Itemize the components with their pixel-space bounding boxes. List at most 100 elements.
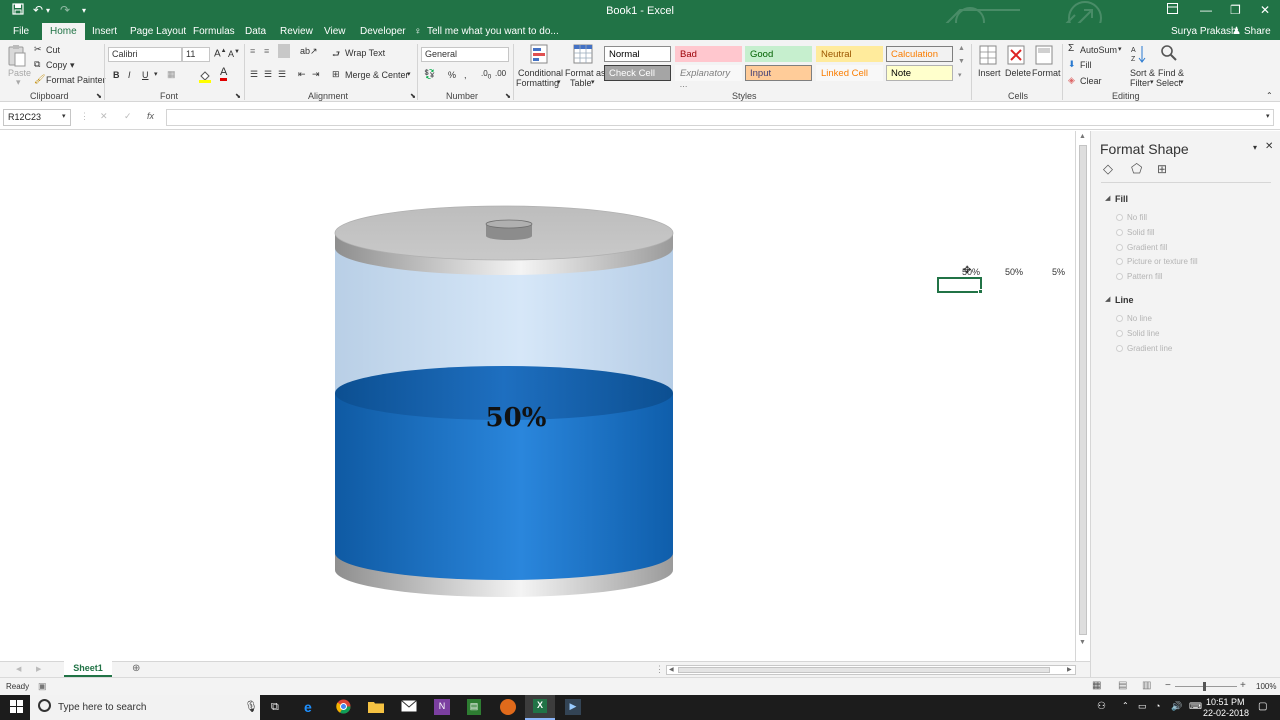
- increase-indent-icon[interactable]: ⇥: [312, 69, 320, 80]
- tab-home[interactable]: Home: [42, 23, 85, 40]
- collapse-ribbon-icon[interactable]: ⌃: [1266, 91, 1273, 100]
- conditional-formatting-button[interactable]: Conditional: [518, 68, 563, 78]
- underline-button[interactable]: U: [142, 70, 149, 80]
- font-color-icon[interactable]: A: [220, 67, 228, 81]
- wrap-text-icon[interactable]: ⮐: [332, 47, 340, 63]
- autosum-icon[interactable]: Σ: [1068, 43, 1074, 54]
- format-as-table-button[interactable]: Format as: [565, 68, 606, 78]
- tab-data[interactable]: Data: [245, 26, 266, 37]
- cancel-entry-icon[interactable]: ✕: [100, 111, 108, 122]
- conditional-formatting-button-line2[interactable]: Formatting: [516, 78, 559, 88]
- tab-developer[interactable]: Developer: [360, 26, 406, 37]
- cut-icon[interactable]: ✂: [34, 44, 42, 55]
- fill-icon[interactable]: ⬇: [1068, 59, 1076, 70]
- fill-section-header[interactable]: Fill: [1115, 194, 1128, 204]
- styles-scroll-up-icon[interactable]: ▲: [958, 45, 965, 52]
- align-right-icon[interactable]: ☰: [278, 69, 286, 80]
- pane-close-icon[interactable]: ✕: [1265, 141, 1273, 152]
- app-document-icon[interactable]: ▤: [467, 699, 481, 715]
- confirm-entry-icon[interactable]: ✓: [124, 111, 132, 122]
- no-line-radio[interactable]: [1116, 315, 1123, 322]
- battery-shape[interactable]: 50%: [320, 199, 690, 599]
- style-calculation[interactable]: Calculation: [886, 46, 953, 62]
- sort-dropdown-icon[interactable]: ▾: [1150, 78, 1154, 86]
- conditional-formatting-icon[interactable]: [529, 43, 551, 67]
- accounting-format-icon[interactable]: 💱: [424, 69, 435, 80]
- sort-filter-button[interactable]: Sort &: [1130, 68, 1155, 78]
- conditional-dropdown-icon[interactable]: ▾: [557, 78, 561, 86]
- style-normal[interactable]: Normal: [604, 46, 671, 62]
- pattern-fill-radio[interactable]: [1116, 273, 1123, 280]
- prev-sheet-icon[interactable]: ◀: [16, 665, 21, 673]
- battery-tray-icon[interactable]: ▭: [1138, 701, 1147, 712]
- number-format-field[interactable]: General: [421, 47, 509, 62]
- fill-button[interactable]: Fill: [1080, 60, 1092, 70]
- percent-style-icon[interactable]: %: [448, 70, 456, 80]
- decrease-indent-icon[interactable]: ⇤: [298, 69, 306, 80]
- insert-function-icon[interactable]: fx: [147, 111, 154, 121]
- solid-fill-radio[interactable]: [1116, 229, 1123, 236]
- language-icon[interactable]: ⌨: [1189, 701, 1202, 712]
- network-icon[interactable]: ◔: [1155, 701, 1160, 711]
- copy-icon[interactable]: ⧉: [34, 59, 40, 70]
- align-left-icon[interactable]: ☰: [250, 69, 258, 80]
- style-neutral[interactable]: Neutral: [816, 46, 883, 62]
- share-icon[interactable]: ♟: [1232, 26, 1241, 37]
- cut-button[interactable]: Cut: [46, 45, 60, 55]
- merge-center-icon[interactable]: ⊞: [332, 69, 340, 80]
- font-name-field[interactable]: Calibri: [108, 47, 182, 62]
- insert-cells-icon[interactable]: [978, 44, 998, 66]
- format-painter-icon[interactable]: 🖌: [34, 74, 45, 85]
- fill-line-tab-icon[interactable]: ◇: [1103, 161, 1113, 177]
- decrease-decimal-icon[interactable]: .00: [495, 69, 506, 78]
- edge-browser-icon[interactable]: e: [304, 699, 312, 715]
- line-expand-icon[interactable]: ◢: [1105, 295, 1110, 303]
- style-check-cell[interactable]: Check Cell: [604, 65, 671, 81]
- format-table-dropdown-icon[interactable]: ▾: [591, 78, 595, 86]
- decrease-font-icon[interactable]: A▼: [228, 49, 240, 59]
- bold-button[interactable]: B: [113, 70, 120, 80]
- find-select-button[interactable]: Find &: [1158, 68, 1184, 78]
- restore-icon[interactable]: ❐: [1230, 3, 1241, 17]
- style-explanatory[interactable]: Explanatory ...: [675, 65, 742, 90]
- new-sheet-icon[interactable]: ⊕: [132, 663, 140, 674]
- increase-font-icon[interactable]: A▲: [214, 48, 227, 59]
- chrome-icon[interactable]: [336, 699, 351, 716]
- picture-fill-radio[interactable]: [1116, 258, 1123, 265]
- style-good[interactable]: Good: [745, 46, 812, 62]
- tab-insert[interactable]: Insert: [92, 26, 117, 37]
- microphone-icon[interactable]: 🎙: [244, 700, 258, 713]
- action-center-icon[interactable]: ▢: [1258, 701, 1267, 712]
- align-bottom-icon[interactable]: [278, 44, 290, 58]
- number-launcher-icon[interactable]: ⬊: [505, 92, 511, 100]
- fill-expand-icon[interactable]: ◢: [1105, 194, 1110, 202]
- styles-scroll-down-icon[interactable]: ▼: [958, 58, 965, 65]
- cell-value-3[interactable]: 5%: [1052, 267, 1065, 277]
- clipboard-launcher-icon[interactable]: ⬊: [96, 92, 102, 100]
- close-icon[interactable]: ✕: [1260, 3, 1270, 17]
- active-cell-selection[interactable]: [937, 277, 982, 293]
- format-cells-icon[interactable]: [1034, 44, 1054, 66]
- normal-view-icon[interactable]: ▦: [1092, 680, 1101, 691]
- volume-icon[interactable]: 🔊: [1171, 701, 1182, 712]
- recorder-app-icon[interactable]: ▶: [565, 699, 581, 715]
- formula-input[interactable]: [166, 109, 1274, 126]
- delete-cells-button[interactable]: Delete: [1005, 68, 1031, 78]
- line-section-header[interactable]: Line: [1115, 295, 1134, 305]
- minimize-icon[interactable]: —: [1200, 3, 1212, 17]
- scroll-up-icon[interactable]: ▲: [1079, 133, 1086, 140]
- solid-line-radio[interactable]: [1116, 330, 1123, 337]
- expand-formula-bar-icon[interactable]: ▾: [1266, 112, 1270, 120]
- wrap-text-button[interactable]: Wrap Text: [345, 48, 385, 58]
- page-break-view-icon[interactable]: ▥: [1142, 680, 1151, 691]
- sheet-tab-sheet1[interactable]: Sheet1: [64, 661, 112, 677]
- format-as-table-icon[interactable]: [572, 43, 594, 67]
- align-center-icon[interactable]: ☰: [264, 69, 272, 80]
- page-layout-view-icon[interactable]: ▤: [1118, 680, 1127, 691]
- tab-page-layout[interactable]: Page Layout: [130, 26, 186, 37]
- scroll-down-icon[interactable]: ▼: [1079, 639, 1086, 646]
- find-dropdown-icon[interactable]: ▾: [1180, 78, 1184, 86]
- name-box-dropdown-icon[interactable]: ▾: [62, 112, 66, 120]
- increase-decimal-icon[interactable]: .00: [481, 69, 491, 81]
- share-button[interactable]: Share: [1244, 26, 1271, 37]
